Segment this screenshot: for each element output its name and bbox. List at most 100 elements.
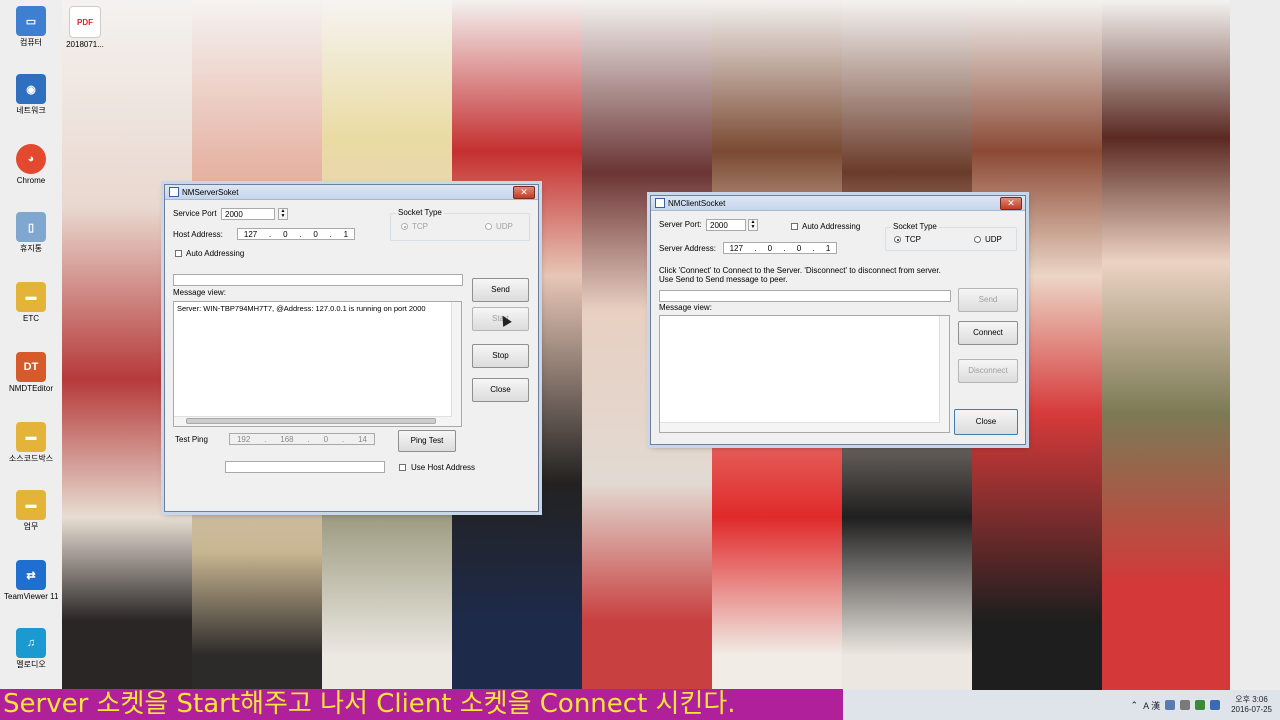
ip-octet: 0 — [767, 243, 773, 253]
port-spinner[interactable]: ▲ ▼ — [748, 219, 758, 231]
folder-icon: ▬ — [16, 422, 46, 452]
use-host-address-checkbox[interactable] — [399, 464, 406, 471]
ping-address-input[interactable]: 192. 168. 0. 14 — [229, 433, 375, 445]
use-host-address-label: Use Host Address — [411, 463, 476, 472]
subtitle-caption: Server 소켓을 Start해주고 나서 Client 소켓을 Connec… — [0, 689, 843, 720]
computer-icon[interactable]: ▭ 컴퓨터 — [4, 6, 58, 47]
vertical-scrollbar[interactable] — [451, 302, 461, 426]
pdf-icon: PDF — [69, 6, 101, 38]
server-port-input[interactable]: 2000 — [706, 219, 746, 231]
horizontal-scrollbar[interactable] — [174, 416, 452, 426]
send-button[interactable]: Send — [958, 288, 1018, 312]
send-button[interactable]: Send — [472, 278, 529, 302]
ip-octet: 127 — [729, 243, 743, 253]
help-icon[interactable] — [1165, 700, 1176, 710]
ip-octet: 0 — [283, 229, 288, 239]
send-message-input[interactable] — [173, 274, 463, 286]
message-view-label: Message view: — [173, 288, 226, 297]
server-titlebar[interactable]: NMServerSoket ✕ — [165, 185, 538, 200]
ping-test-button[interactable]: Ping Test — [398, 430, 456, 452]
recycle-bin-icon: ▯ — [16, 212, 46, 242]
close-button[interactable]: Close — [954, 409, 1018, 435]
ip-octet: 192 — [236, 434, 251, 444]
source-folder[interactable]: ▬ 소스코드박스 — [4, 422, 58, 463]
send-message-input[interactable] — [659, 290, 951, 302]
work-folder[interactable]: ▬ 업무 — [4, 490, 58, 531]
clock[interactable]: 오후 3:06 2016-07-25 — [1231, 695, 1272, 715]
message-view-textarea[interactable]: Server: WIN-TBP794MH7T7, @Address: 127.0… — [173, 301, 462, 427]
melodio-shortcut[interactable]: ♫ 멜로디오 — [4, 628, 58, 669]
scrollbar-thumb[interactable] — [186, 418, 436, 424]
message-line: Server: WIN-TBP794MH7T7, @Address: 127.0… — [177, 304, 426, 313]
volume-icon[interactable] — [1210, 700, 1221, 710]
teamviewer-icon: ⇄ — [16, 560, 46, 590]
ip-octet: 0 — [796, 243, 802, 253]
server-address-input[interactable]: 127. 0. 0. 1 — [723, 242, 837, 254]
desktop-icon-column: ▭ 컴퓨터 PDF 2018071... ◉ 네트워크 ◕ Chrome ▯ 휴… — [0, 0, 104, 690]
tcp-label: TCP — [412, 222, 428, 231]
disconnect-button[interactable]: Disconnect — [958, 359, 1018, 383]
close-icon[interactable]: ✕ — [1000, 197, 1022, 210]
socket-type-group: Socket Type TCP UDP — [885, 222, 1017, 251]
ip-dot: . — [329, 229, 332, 239]
close-icon[interactable]: ✕ — [513, 186, 535, 199]
music-icon: ♫ — [16, 628, 46, 658]
ip-octet: 14 — [358, 434, 367, 444]
tcp-radio[interactable] — [894, 236, 901, 243]
client-window: NMClientSocket ✕ Server Port: 2000 ▲ ▼ Au… — [650, 195, 1026, 445]
ime-indicator[interactable]: A 漢 — [1143, 699, 1160, 712]
ip-octet: 0 — [313, 229, 318, 239]
computer-icon-image: ▭ — [16, 6, 46, 36]
desktop-icon-label: 멜로디오 — [16, 660, 46, 669]
app-icon — [169, 187, 179, 197]
ping-result-input[interactable] — [225, 461, 385, 473]
tcp-radio[interactable] — [401, 223, 408, 230]
auto-addressing-checkbox[interactable] — [791, 223, 798, 230]
network-icon[interactable]: ◉ 네트워크 — [4, 74, 58, 115]
connect-button[interactable]: Connect — [958, 321, 1018, 345]
network-icon-image: ◉ — [16, 74, 46, 104]
desktop-icon-label: 2018071... — [66, 40, 104, 49]
ip-dot: . — [812, 243, 815, 253]
client-titlebar[interactable]: NMClientSocket ✕ — [651, 196, 1025, 211]
port-spinner[interactable]: ▲ ▼ — [278, 208, 288, 220]
instructions-line-1: Click 'Connect' to Connect to the Server… — [659, 266, 941, 275]
message-view-textarea[interactable] — [659, 315, 950, 433]
ip-octet: 1 — [825, 243, 831, 253]
ip-dot: . — [783, 243, 786, 253]
socket-type-group: Socket Type TCP UDP — [390, 208, 530, 241]
udp-label: UDP — [496, 222, 513, 231]
desktop-icon-label: 휴지통 — [19, 244, 43, 253]
window-title: NMClientSocket — [668, 198, 726, 208]
settings-icon[interactable] — [1180, 700, 1191, 710]
pdf-file-icon[interactable]: PDF 2018071... — [58, 6, 112, 49]
udp-radio[interactable] — [974, 236, 981, 243]
chrome-icon: ◕ — [16, 144, 46, 174]
close-button[interactable]: Close — [472, 378, 529, 402]
teamviewer-shortcut[interactable]: ⇄ TeamViewer 11 — [4, 560, 58, 601]
service-port-label: Service Port — [173, 209, 217, 218]
auto-addressing-label: Auto Addressing — [802, 222, 861, 231]
ip-octet: 168 — [280, 434, 294, 444]
network-status-icon[interactable] — [1195, 700, 1206, 710]
ip-dot: . — [754, 243, 757, 253]
ip-dot: . — [341, 434, 345, 444]
recycle-bin[interactable]: ▯ 휴지통 — [4, 212, 58, 253]
system-tray: ⌃ A 漢 오후 3:06 2016-07-25 — [1131, 690, 1280, 720]
editor-icon: DT — [16, 352, 46, 382]
udp-radio[interactable] — [485, 223, 492, 230]
etc-folder[interactable]: ▬ ETC — [4, 282, 58, 323]
service-port-input[interactable]: 2000 — [221, 208, 275, 220]
ip-dot: . — [299, 229, 302, 239]
host-address-input[interactable]: 127. 0. 0. 1 — [237, 228, 355, 240]
stop-button[interactable]: Stop — [472, 344, 529, 368]
desktop-icon-label: 네트워크 — [16, 106, 46, 115]
horizontal-scrollbar[interactable] — [660, 422, 940, 432]
vertical-scrollbar[interactable] — [939, 316, 949, 432]
window-title: NMServerSoket — [182, 187, 239, 197]
clock-time: 오후 3:06 — [1235, 695, 1268, 704]
tray-expand-icon[interactable]: ⌃ — [1131, 700, 1139, 711]
chrome-shortcut[interactable]: ◕ Chrome — [4, 144, 58, 185]
nmdteditor-shortcut[interactable]: DT NMDTEditor — [4, 352, 58, 393]
auto-addressing-checkbox[interactable] — [175, 250, 182, 257]
